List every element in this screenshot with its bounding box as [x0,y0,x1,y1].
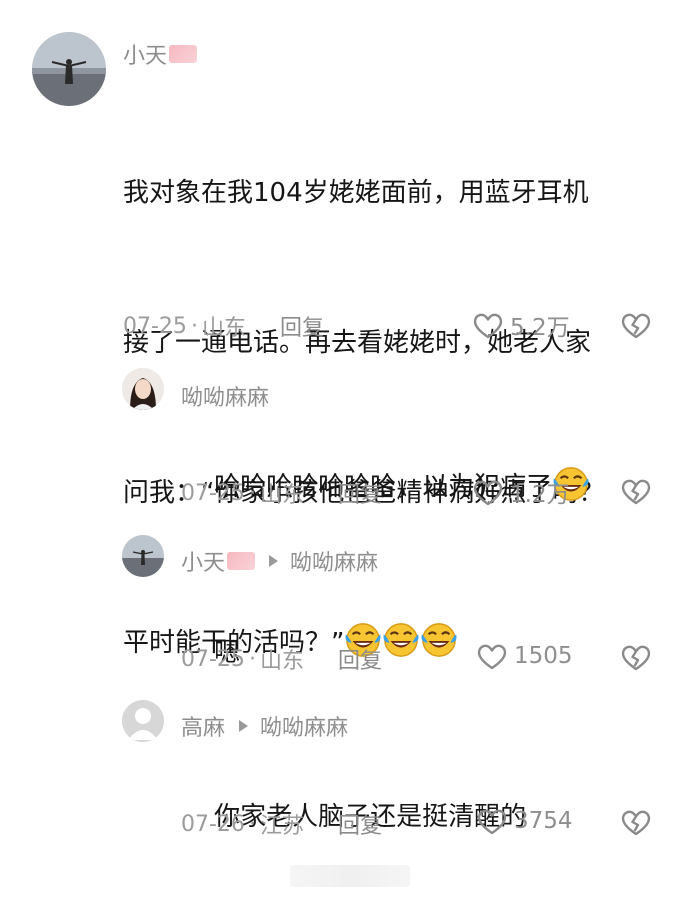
like-button[interactable]: 5.2万 [472,308,570,342]
reply-button[interactable]: 回复 [338,808,382,840]
avatar[interactable] [122,700,164,742]
laugh-cry-emoji [420,622,459,658]
heart-icon [477,644,507,670]
like-button[interactable]: 1.2万 [472,475,570,509]
username-row: 呦呦麻麻 [181,380,269,412]
comment-location: 山东 [201,316,246,341]
username[interactable]: 高麻 [181,710,225,742]
like-count: 1.2万 [510,482,570,508]
reply-to-username[interactable]: 呦呦麻麻 [260,710,348,742]
avatar[interactable] [122,368,164,410]
reply-arrow-icon [239,720,249,732]
laugh-cry-emoji [382,622,421,658]
avatar[interactable] [122,535,164,577]
dislike-broken-heart-icon[interactable] [620,476,652,506]
comment-meta: 07-25 · 山东 回复 [181,643,382,675]
dislike-broken-heart-icon[interactable] [620,310,652,340]
comment-date: 07-26 [181,811,245,837]
name-sticker [169,45,198,63]
like-count: 3754 [514,808,573,834]
reply-button[interactable]: 回复 [338,477,382,509]
username-row: 小天 呦呦麻麻 [181,545,378,577]
reply-arrow-icon [269,555,279,567]
comment-meta: 07-25 · 山东 回复 [181,477,382,509]
like-count: 1505 [514,643,573,669]
dislike-broken-heart-icon[interactable] [620,807,652,837]
avatar-photo [32,32,106,106]
comment-location: 江苏 [259,814,304,839]
comment-date: 07-25 [181,646,245,672]
separator: · [248,811,256,837]
reply-button[interactable]: 回复 [338,643,382,675]
separator: · [248,646,256,672]
avatar-photo [122,368,164,410]
reply-button[interactable]: 回复 [280,310,324,342]
dislike-broken-heart-icon[interactable] [620,642,652,672]
comment-date: 07-25 [123,313,187,339]
separator: · [190,313,198,339]
default-avatar-icon [122,700,164,742]
watermark-blur [290,865,410,887]
comment-location: 山东 [259,649,304,674]
name-sticker [227,552,256,570]
heart-icon [473,480,503,506]
reply-to-username[interactable]: 呦呦麻麻 [290,545,378,577]
comment-line: 我对象在我104岁姥姥面前，用蓝牙耳机 [123,178,589,208]
heart-icon [477,809,507,835]
comment-location: 山东 [259,483,304,508]
like-button[interactable]: 3754 [476,806,573,836]
avatar[interactable] [32,32,106,106]
username[interactable]: 小天 [181,545,225,577]
separator: · [248,480,256,506]
username[interactable]: 呦呦麻麻 [181,380,269,412]
comment-date: 07-25 [181,480,245,506]
comment-meta: 07-26 · 江苏 回复 [181,808,382,840]
heart-icon [473,313,503,339]
comment-meta: 07-25 · 山东 回复 [123,310,324,342]
avatar-photo [122,535,164,577]
username[interactable]: 小天 [123,38,167,70]
like-count: 5.2万 [510,315,570,341]
username-row: 高麻 呦呦麻麻 [181,710,348,742]
like-button[interactable]: 1505 [476,641,573,671]
username-row: 小天 [123,38,198,70]
